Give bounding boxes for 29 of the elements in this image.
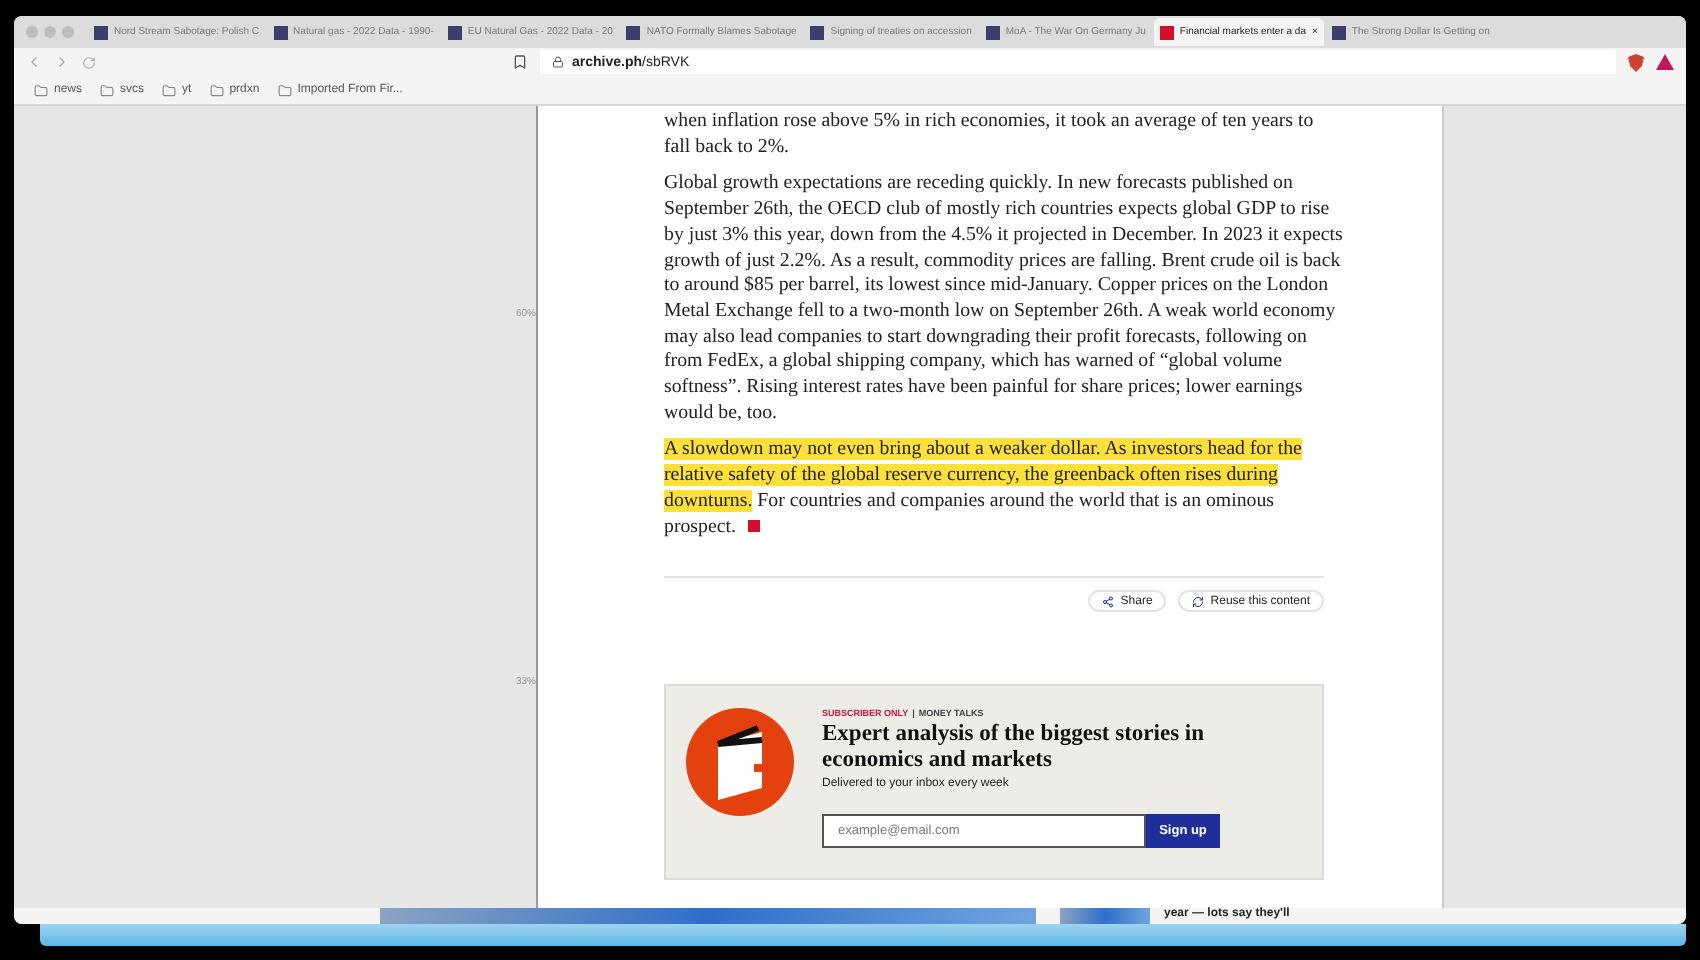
article-paragraph: Global growth expectations are receding quickly. In new forecasts published on September 26th, the OECD club of mostly rich countries expects global GDP to rise by just 3% this year, down from the 4.5% it projected in December. In 2023 it expects growth of just 2.2%. As a result, commodity prices are falling. Brent crude oil is back to around $85 per barrel, its lowest since mid-January. Copper prices on the London Metal Exchange fell to a two-month low on September 26th. A weak world economy may also lead companies to start downgrading their profit forecasts, following on from FedEx, a global shipping company, which has warned of “global volume softness”. Rising interest rates have been painful for share prices; lower earnings would be, too.	[664, 172, 1344, 427]
favicon-icon	[985, 25, 1000, 39]
wallet-logo-icon	[686, 708, 794, 817]
folder-icon	[162, 83, 177, 97]
newsletter-title: Expert analysis of the biggest stories in economics and markets	[822, 722, 1207, 775]
article-paragraph: when inflation rose above 5% in rich economies, it took an average of ten years to fall back to 2%.	[664, 110, 1316, 161]
photo-placeholder	[1060, 908, 1150, 924]
shield-icon[interactable]	[1628, 53, 1644, 71]
forward-icon[interactable]	[54, 54, 70, 70]
back-icon[interactable]	[26, 54, 42, 70]
lock-icon	[552, 56, 564, 68]
bookmark-icon[interactable]	[512, 54, 528, 70]
refresh-icon	[1192, 595, 1205, 608]
share-icon	[1102, 595, 1115, 608]
warning-icon[interactable]	[1656, 54, 1674, 70]
reload-icon[interactable]	[82, 55, 96, 69]
favicon-icon	[1331, 25, 1346, 39]
folder-icon	[277, 83, 292, 97]
article-paragraph: A slowdown may not even bring about a weaker dollar. As investors head for the relative safety of the global reserve currency, the greenback often rises during downturns. For countries and companies around the world that is an ominous prospect.	[664, 438, 1304, 541]
favicon-icon	[447, 25, 462, 39]
favicon-icon	[273, 25, 288, 39]
favicon-icon	[626, 25, 641, 39]
end-mark-icon	[747, 519, 760, 532]
folder-icon	[100, 83, 115, 97]
favicon-icon	[810, 25, 825, 39]
folder-icon	[34, 83, 48, 97]
favicon-icon	[94, 25, 108, 39]
favicon-icon	[1159, 25, 1174, 39]
folder-icon	[209, 83, 224, 97]
